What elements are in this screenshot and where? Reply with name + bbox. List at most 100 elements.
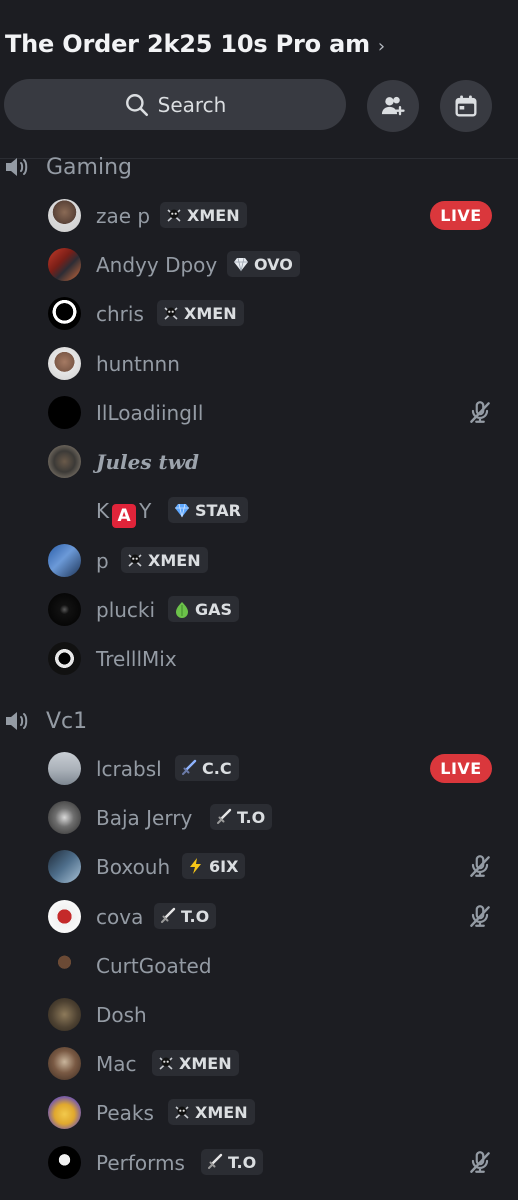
avatar: [48, 445, 81, 478]
channel-name: Gaming: [46, 154, 132, 180]
clan-tag: XMEN: [157, 300, 244, 326]
server-title[interactable]: The Order 2k25 10s Pro am ›: [5, 30, 385, 58]
skull-icon: [159, 1057, 173, 1070]
member-name: plucki: [96, 598, 156, 622]
events-button[interactable]: [440, 80, 492, 132]
muted-mic-icon: [470, 905, 490, 927]
member-row[interactable]: Baja Jerry T.O: [0, 798, 518, 838]
avatar: [48, 900, 81, 933]
avatar: [48, 347, 81, 380]
member-row[interactable]: Jules twd: [0, 442, 518, 482]
live-badge[interactable]: LIVE: [430, 754, 492, 783]
avatar: [48, 998, 81, 1031]
member-name: zae p: [96, 204, 151, 228]
add-member-button[interactable]: [367, 80, 419, 132]
diamond-icon: [234, 257, 248, 272]
clan-tag-label: C.C: [202, 758, 232, 778]
clan-tag-label: GAS: [195, 599, 233, 619]
member-name: Mac: [96, 1052, 137, 1076]
member-row[interactable]: CurtGoated: [0, 946, 518, 986]
member-row[interactable]: p XMEN: [0, 541, 518, 581]
avatar: [48, 949, 81, 982]
member-row[interactable]: TrelllMix: [0, 639, 518, 679]
clan-tag-label: T.O: [181, 906, 210, 926]
skull-icon: [164, 307, 178, 320]
avatar: [48, 801, 81, 834]
clan-tag-label: XMEN: [187, 205, 240, 225]
member-row[interactable]: Dosh: [0, 995, 518, 1035]
member-row[interactable]: cova T.O: [0, 897, 518, 937]
clan-tag: 6IX: [182, 853, 246, 879]
member-name: Peaks: [96, 1101, 154, 1125]
avatar: [48, 1047, 81, 1080]
voice-channel-gaming[interactable]: Gaming: [0, 152, 518, 182]
member-row[interactable]: chris XMEN: [0, 294, 518, 334]
member-name-prefix: K: [96, 499, 110, 523]
member-name: TrelllMix: [96, 647, 177, 671]
channel-name: Vc1: [46, 708, 88, 734]
member-row[interactable]: IlLoadiingIl: [0, 393, 518, 433]
search-label: Search: [157, 92, 227, 117]
clan-tag-label: OVO: [254, 254, 293, 274]
server-header: The Order 2k25 10s Pro am › Search: [0, 0, 518, 159]
member-name-key: A: [112, 504, 137, 528]
member-row[interactable]: lcrabsl C.C LIVE: [0, 749, 518, 789]
member-name: huntnnn: [96, 352, 180, 376]
clan-tag-label: T.O: [237, 807, 266, 827]
avatar: [48, 544, 81, 577]
avatar: [48, 752, 81, 785]
clan-tag: C.C: [175, 755, 239, 781]
member-name: cova: [96, 905, 144, 929]
clan-tag: XMEN: [168, 1099, 255, 1125]
voice-channel-vc1[interactable]: Vc1: [0, 706, 518, 736]
clan-tag: T.O: [154, 903, 217, 929]
clan-tag: XMEN: [160, 202, 247, 228]
member-name: p: [96, 549, 109, 573]
member-row[interactable]: KAY STAR: [0, 491, 518, 531]
search-button[interactable]: Search: [4, 79, 346, 130]
clan-tag: STAR: [168, 497, 248, 523]
member-name: Boxouh: [96, 855, 171, 879]
sword-icon: [217, 808, 232, 824]
avatar: [48, 1096, 81, 1129]
chevron-right-icon: ›: [377, 36, 385, 57]
clan-tag-label: XMEN: [148, 550, 201, 570]
sword-icon: [161, 907, 176, 923]
member-row[interactable]: Mac XMEN: [0, 1044, 518, 1084]
member-name: CurtGoated: [96, 954, 212, 978]
live-badge[interactable]: LIVE: [430, 201, 492, 230]
clan-tag: OVO: [227, 251, 300, 277]
skull-icon: [175, 1106, 189, 1119]
avatar: [48, 593, 81, 626]
lightning-icon: [190, 858, 201, 874]
avatar: [48, 396, 81, 429]
clan-tag: T.O: [210, 804, 273, 830]
member-row[interactable]: zae p XMEN LIVE: [0, 196, 518, 236]
member-row[interactable]: Boxouh 6IX: [0, 847, 518, 887]
member-name: IlLoadiingIl: [96, 401, 204, 425]
clan-tag: XMEN: [121, 547, 208, 573]
server-name: The Order 2k25 10s Pro am: [5, 30, 370, 58]
calendar-icon: [455, 95, 477, 117]
member-row[interactable]: Andyy Dpoy OVO: [0, 245, 518, 285]
member-row[interactable]: Peaks XMEN: [0, 1093, 518, 1133]
skull-icon: [128, 554, 142, 567]
avatar: [48, 297, 81, 330]
add-member-icon: [381, 96, 405, 116]
avatar: [48, 642, 81, 675]
member-row[interactable]: huntnnn: [0, 344, 518, 384]
avatar: [48, 850, 81, 883]
clan-tag-label: STAR: [195, 500, 241, 520]
member-row[interactable]: plucki GAS: [0, 590, 518, 630]
member-row[interactable]: Performs T.O: [0, 1143, 518, 1183]
speaker-icon: [6, 158, 28, 176]
gem-icon: [175, 503, 189, 518]
clan-tag-label: T.O: [228, 1152, 257, 1172]
search-icon: [125, 93, 148, 116]
member-name: KAY: [96, 499, 151, 528]
speaker-icon: [6, 712, 28, 730]
avatar: [48, 1146, 81, 1179]
member-name: Andyy Dpoy: [96, 253, 218, 277]
member-name: Jules twd: [96, 450, 199, 474]
member-name: Dosh: [96, 1003, 147, 1027]
